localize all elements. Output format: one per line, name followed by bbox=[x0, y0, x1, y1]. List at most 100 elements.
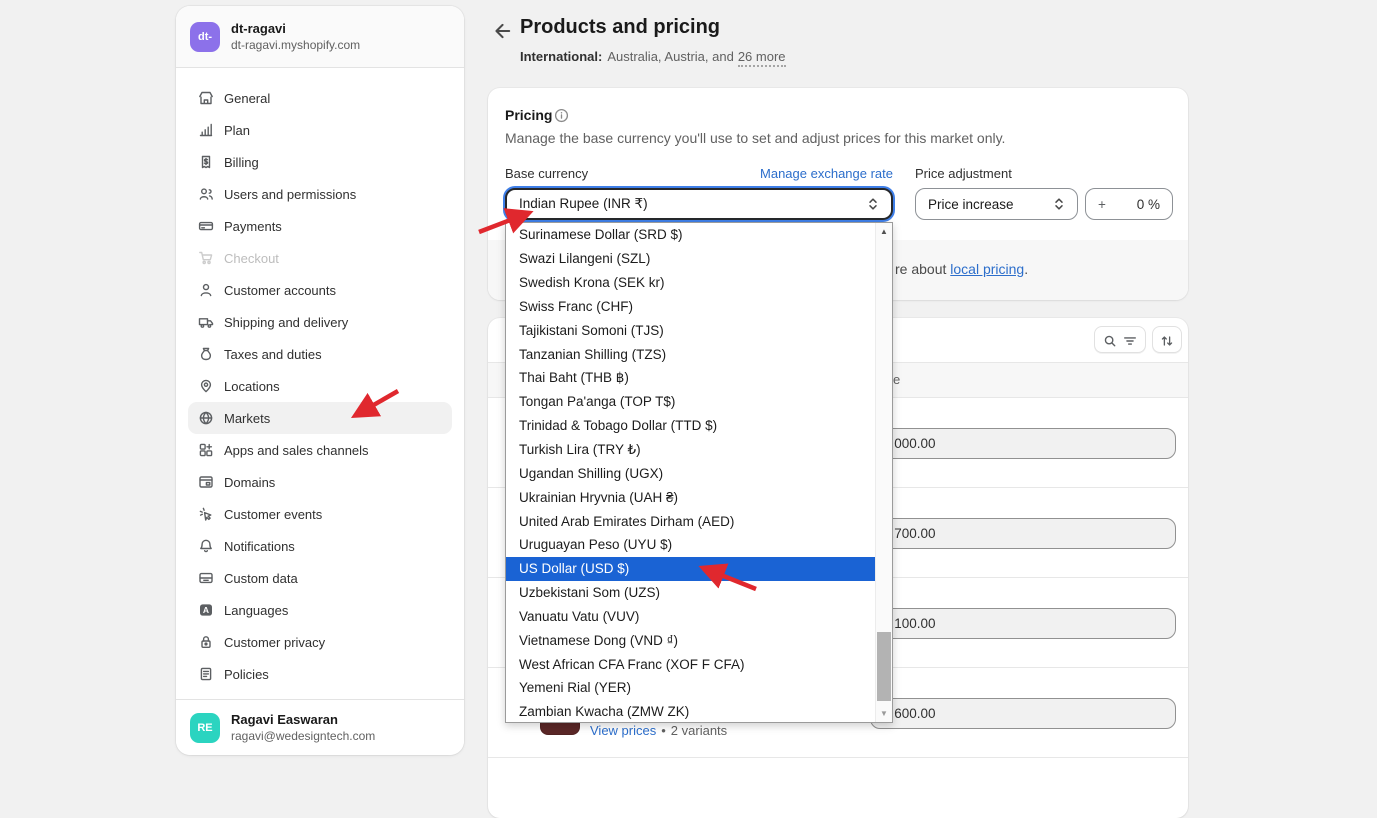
svg-text:A: A bbox=[203, 605, 209, 615]
sidebar-item-billing[interactable]: Billing bbox=[188, 146, 452, 178]
sidebar-item-apps-and-sales-channels[interactable]: Apps and sales channels bbox=[188, 434, 452, 466]
apps-icon bbox=[198, 442, 214, 458]
info-icon[interactable] bbox=[554, 108, 569, 123]
currency-option-tongan-pa-anga-top-t[interactable]: Tongan Pa'anga (TOP T$) bbox=[506, 390, 875, 414]
sidebar-item-customer-privacy[interactable]: Customer privacy bbox=[188, 626, 452, 658]
currency-option-ukrainian-hryvnia-uah[interactable]: Ukrainian Hryvnia (UAH ₴) bbox=[506, 485, 875, 509]
currency-option-thai-baht-thb[interactable]: Thai Baht (THB ฿) bbox=[506, 366, 875, 390]
price-input[interactable]: 7,100.00 bbox=[870, 608, 1176, 639]
sidebar-item-label: Custom data bbox=[224, 571, 298, 586]
dropdown-scrollbar[interactable]: ▲ ▼ bbox=[875, 223, 892, 722]
price-adjustment-select[interactable]: Price increase bbox=[915, 188, 1078, 220]
base-currency-label: Base currency bbox=[505, 166, 588, 181]
sidebar-item-checkout: Checkout bbox=[188, 242, 452, 274]
account-menu[interactable]: RE Ragavi Easwaran ragavi@wedesigntech.c… bbox=[176, 699, 464, 755]
currency-option-uzbekistani-som-uzs[interactable]: Uzbekistani Som (UZS) bbox=[506, 581, 875, 605]
chevron-updown-icon bbox=[865, 196, 881, 212]
currency-option-ugandan-shilling-ugx[interactable]: Ugandan Shilling (UGX) bbox=[506, 461, 875, 485]
sidebar-item-label: Domains bbox=[224, 475, 275, 490]
currency-option-swazi-lilangeni-szl[interactable]: Swazi Lilangeni (SZL) bbox=[506, 247, 875, 271]
currency-option-zambian-kwacha-zmw-zk[interactable]: Zambian Kwacha (ZMW ZK) bbox=[506, 700, 875, 722]
currency-option-swedish-krona-sek-kr[interactable]: Swedish Krona (SEK kr) bbox=[506, 271, 875, 295]
price-input[interactable]: 1,700.00 bbox=[870, 518, 1176, 549]
sidebar-item-label: Markets bbox=[224, 411, 270, 426]
currency-option-tanzanian-shilling-tzs[interactable]: Tanzanian Shilling (TZS) bbox=[506, 342, 875, 366]
chevron-updown-icon bbox=[1051, 196, 1067, 212]
scrollbar-thumb[interactable] bbox=[877, 632, 891, 701]
currency-option-yemeni-rial-yer[interactable]: Yemeni Rial (YER) bbox=[506, 676, 875, 700]
tax-icon bbox=[198, 346, 214, 362]
sidebar-item-label: Taxes and duties bbox=[224, 347, 322, 362]
sidebar-item-domains[interactable]: Domains bbox=[188, 466, 452, 498]
market-name: International: bbox=[520, 49, 602, 64]
store-switcher[interactable]: dt- dt-ragavi dt-ragavi.myshopify.com bbox=[176, 6, 464, 68]
view-prices-link[interactable]: View prices bbox=[590, 723, 656, 738]
sidebar-item-customer-accounts[interactable]: Customer accounts bbox=[188, 274, 452, 306]
bell-icon bbox=[198, 538, 214, 554]
truck-icon bbox=[198, 314, 214, 330]
store-avatar: dt- bbox=[190, 22, 220, 52]
user-avatar: RE bbox=[190, 713, 220, 743]
sidebar-item-label: Plan bbox=[224, 123, 250, 138]
scroll-up-arrow-icon[interactable]: ▲ bbox=[876, 223, 892, 240]
currency-option-uruguayan-peso-uyu[interactable]: Uruguayan Peso (UYU $) bbox=[506, 533, 875, 557]
scroll-down-arrow-icon[interactable]: ▼ bbox=[876, 705, 892, 722]
sidebar-item-policies[interactable]: Policies bbox=[188, 658, 452, 690]
store-icon bbox=[198, 90, 214, 106]
sidebar-item-taxes-and-duties[interactable]: Taxes and duties bbox=[188, 338, 452, 370]
sidebar-item-languages[interactable]: ALanguages bbox=[188, 594, 452, 626]
manage-exchange-rate-link[interactable]: Manage exchange rate bbox=[760, 166, 893, 181]
percent-value: 0 % bbox=[1137, 197, 1160, 212]
sidebar-item-label: General bbox=[224, 91, 270, 106]
sidebar-item-label: Customer events bbox=[224, 507, 322, 522]
base-currency-select[interactable]: Indian Rupee (INR ₹) bbox=[505, 188, 893, 220]
sidebar-item-label: Billing bbox=[224, 155, 259, 170]
store-name: dt-ragavi bbox=[231, 21, 360, 36]
sidebar-item-notifications[interactable]: Notifications bbox=[188, 530, 452, 562]
user-email: ragavi@wedesigntech.com bbox=[231, 729, 375, 743]
currency-option-vietnamese-dong-vnd[interactable]: Vietnamese Dong (VND ₫) bbox=[506, 628, 875, 652]
back-arrow-icon[interactable] bbox=[492, 21, 512, 41]
sidebar-item-locations[interactable]: Locations bbox=[188, 370, 452, 402]
sidebar-item-plan[interactable]: Plan bbox=[188, 114, 452, 146]
sidebar-item-users-and-permissions[interactable]: Users and permissions bbox=[188, 178, 452, 210]
sidebar-item-custom-data[interactable]: Custom data bbox=[188, 562, 452, 594]
currency-option-trinidad-tobago-dollar-ttd[interactable]: Trinidad & Tobago Dollar (TTD $) bbox=[506, 414, 875, 438]
payments-icon bbox=[198, 218, 214, 234]
search-and-filter-button[interactable] bbox=[1094, 326, 1146, 353]
user-name: Ragavi Easwaran bbox=[231, 712, 375, 727]
sidebar-item-payments[interactable]: Payments bbox=[188, 210, 452, 242]
currency-option-west-african-cfa-franc-xof-f-cfa[interactable]: West African CFA Franc (XOF F CFA) bbox=[506, 652, 875, 676]
sidebar-item-shipping-and-delivery[interactable]: Shipping and delivery bbox=[188, 306, 452, 338]
currency-option-vanuatu-vatu-vuv[interactable]: Vanuatu Vatu (VUV) bbox=[506, 605, 875, 629]
price-input[interactable]: 6,600.00 bbox=[870, 698, 1176, 729]
sidebar-item-customer-events[interactable]: Customer events bbox=[188, 498, 452, 530]
price-adjustment-label: Price adjustment bbox=[915, 166, 1012, 181]
settings-sidebar: dt- dt-ragavi dt-ragavi.myshopify.com Ge… bbox=[176, 6, 464, 755]
separator-dot: • bbox=[661, 723, 666, 738]
footer-text: re about bbox=[895, 261, 950, 277]
price-input[interactable]: 1,000.00 bbox=[870, 428, 1176, 459]
adjustment-percent-input[interactable]: + 0 % bbox=[1085, 188, 1173, 220]
sort-button[interactable] bbox=[1152, 326, 1182, 353]
currency-option-swiss-franc-chf[interactable]: Swiss Franc (CHF) bbox=[506, 295, 875, 319]
local-pricing-link[interactable]: local pricing bbox=[950, 261, 1024, 277]
currency-option-turkish-lira-try[interactable]: Turkish Lira (TRY ₺) bbox=[506, 438, 875, 462]
price-adjustment-value: Price increase bbox=[928, 197, 1014, 212]
currency-option-us-dollar-usd[interactable]: US Dollar (USD $) bbox=[506, 557, 875, 581]
sidebar-item-label: Policies bbox=[224, 667, 269, 682]
sidebar-item-general[interactable]: General bbox=[188, 82, 452, 114]
more-countries-link[interactable]: 26 more bbox=[738, 49, 786, 67]
sidebar-item-label: Locations bbox=[224, 379, 280, 394]
currency-option-united-arab-emirates-dirham-aed[interactable]: United Arab Emirates Dirham (AED) bbox=[506, 509, 875, 533]
sidebar-item-markets[interactable]: Markets bbox=[188, 402, 452, 434]
currency-option-surinamese-dollar-srd[interactable]: Surinamese Dollar (SRD $) bbox=[506, 223, 875, 247]
filter-icon bbox=[1123, 333, 1137, 347]
cursor-icon bbox=[198, 506, 214, 522]
domains-icon bbox=[198, 474, 214, 490]
sidebar-nav: GeneralPlanBillingUsers and permissionsP… bbox=[176, 68, 464, 690]
search-icon bbox=[1103, 333, 1117, 347]
sidebar-item-label: Notifications bbox=[224, 539, 295, 554]
currency-option-tajikistani-somoni-tjs[interactable]: Tajikistani Somoni (TJS) bbox=[506, 318, 875, 342]
pin-icon bbox=[198, 378, 214, 394]
